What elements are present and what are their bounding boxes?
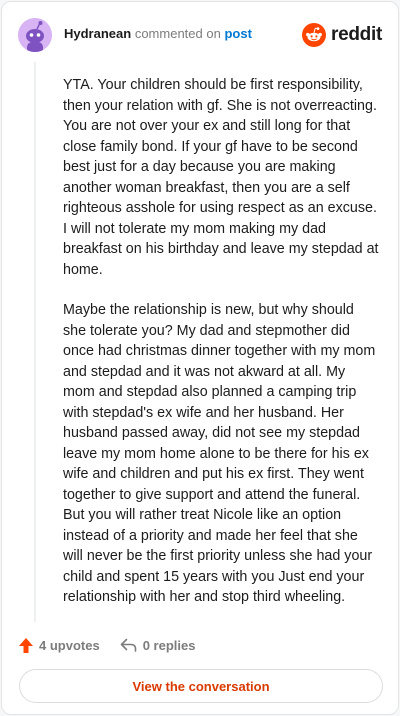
logo-text: reddit: [331, 24, 382, 45]
action-text: commented on: [134, 26, 221, 41]
upvote-count: 4 upvotes: [39, 637, 100, 653]
snoo-avatar-icon[interactable]: [18, 18, 52, 52]
reply-count: 0 replies: [142, 637, 196, 653]
comment-paragraph-1: YTA. Your children should be first respo…: [63, 77, 379, 278]
comment-paragraph-2: Maybe the relationship is new, but why s…: [63, 302, 376, 605]
reply-arrow-icon: [120, 638, 136, 652]
upvote-arrow-icon: [19, 637, 33, 653]
username[interactable]: Hydranean: [64, 26, 131, 41]
comment-header: Hydranean commented on post reddit: [18, 18, 382, 52]
view-conversation-button[interactable]: View the conversation: [19, 669, 383, 703]
comment-meta: Hydranean commented on post: [64, 26, 252, 42]
comment-actions: 4 upvotes 0 replies: [19, 634, 195, 656]
post-link[interactable]: post: [224, 26, 251, 41]
reply-button[interactable]: 0 replies: [120, 637, 196, 653]
comment-body: YTA. Your children should be first respo…: [63, 75, 379, 628]
embedded-comment-card: Hydranean commented on post reddit YTA. …: [1, 1, 399, 715]
reddit-logo[interactable]: reddit: [302, 23, 382, 47]
thread-line[interactable]: [34, 62, 36, 622]
upvote-button[interactable]: 4 upvotes: [19, 637, 100, 653]
reddit-logo-icon: [302, 23, 327, 47]
